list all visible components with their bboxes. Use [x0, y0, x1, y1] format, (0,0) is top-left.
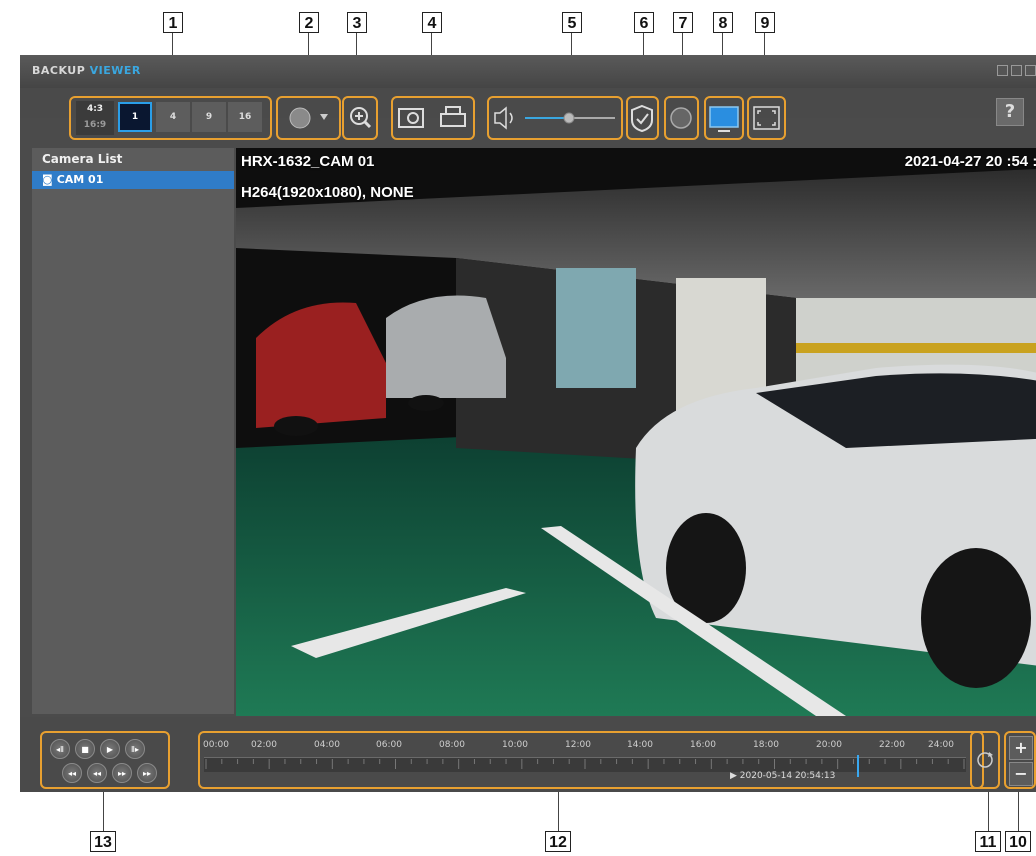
close-button[interactable] — [1025, 65, 1036, 76]
timeline-tick-label: 08:00 — [439, 740, 465, 750]
fast-forward-button[interactable]: ▸▸ — [112, 763, 132, 783]
camera-icon: ◙ — [42, 173, 53, 186]
record-group — [664, 96, 699, 140]
split-mode-group: 4:3 16:9 1 4 9 16 — [69, 96, 272, 140]
window-controls — [997, 65, 1036, 76]
title-bar: BACKUP VIEWER — [20, 55, 1036, 88]
backup-viewer-window: BACKUP VIEWER 4:3 16:9 1 4 9 16 ? Camera… — [20, 55, 1036, 792]
callout-7: 7 — [673, 12, 693, 33]
callout-6: 6 — [634, 12, 654, 33]
maximize-button[interactable] — [1011, 65, 1022, 76]
timeline-tick-label: 12:00 — [565, 740, 591, 750]
playback-panel: ◂Ⅱ ■ ▶ Ⅱ▸ ◂◂ ◂◂ ▸▸ ▸▸ 00:00 02:00 04:00 … — [20, 717, 1036, 792]
timeline-zoom-out-button[interactable]: − — [1009, 762, 1033, 786]
callout-12: 12 — [545, 831, 571, 852]
parking-garage-scene — [236, 148, 1036, 716]
callout-10: 10 — [1005, 831, 1031, 852]
split-16-button[interactable]: 16 — [228, 102, 262, 132]
print-button[interactable] — [437, 102, 469, 134]
leader-line — [988, 790, 989, 831]
timeline-tick-label: 06:00 — [376, 740, 402, 750]
camera-list-item[interactable]: ◙ CAM 01 — [32, 171, 234, 189]
current-time-label: ▶ 2020-05-14 20:54:13 — [730, 771, 836, 781]
codec-info-osd: H264(1920x1080), NONE — [241, 184, 414, 201]
go-to-end-button[interactable]: ▸▸ — [137, 763, 157, 783]
callout-11: 11 — [975, 831, 1001, 852]
timeline-tick-label: 02:00 — [251, 740, 277, 750]
step-forward-button[interactable]: Ⅱ▸ — [125, 739, 145, 759]
video-viewport[interactable]: HRX-1632_CAM 01 2021-04-27 20 :54 :13 H2… — [236, 148, 1036, 716]
timeline-ticks — [205, 759, 965, 769]
verify-group — [626, 96, 659, 140]
split-1-button[interactable]: 1 — [118, 102, 152, 132]
split-4-button[interactable]: 4 — [156, 102, 190, 132]
refresh-icon[interactable] — [972, 733, 998, 787]
mute-button[interactable] — [491, 104, 513, 132]
verify-icon[interactable] — [628, 98, 657, 138]
callout-8: 8 — [713, 12, 733, 33]
leader-line — [103, 790, 104, 831]
timeline-tick-label: 20:00 — [816, 740, 842, 750]
fullscreen-group — [747, 96, 786, 140]
timeline-track[interactable] — [204, 757, 966, 772]
timeline-zoom-group: + − — [1004, 731, 1036, 789]
effect-dropdown-icon[interactable] — [278, 98, 339, 138]
callout-9: 9 — [755, 12, 775, 33]
play-button[interactable]: ▶ — [100, 739, 120, 759]
split-9-button[interactable]: 9 — [192, 102, 226, 132]
callout-1: 1 — [163, 12, 183, 33]
app-title: BACKUP VIEWER — [32, 64, 141, 77]
rewind-button[interactable]: ◂◂ — [87, 763, 107, 783]
timeline-tick-label: 24:00 — [928, 740, 954, 750]
camera-name-osd: HRX-1632_CAM 01 — [241, 153, 375, 170]
step-back-button[interactable]: ◂Ⅱ — [50, 739, 70, 759]
osd-display-icon[interactable] — [706, 98, 742, 138]
camera-list-panel: Camera List ◙ CAM 01 — [32, 148, 234, 714]
timeline-tick-label: 16:00 — [690, 740, 716, 750]
effect-group — [276, 96, 341, 140]
leader-line — [558, 790, 559, 831]
callout-2: 2 — [299, 12, 319, 33]
timeline-tick-label: 10:00 — [502, 740, 528, 750]
timeline-tick-label: 04:00 — [314, 740, 340, 750]
zoom-in-icon[interactable] — [344, 98, 376, 138]
callout-4: 4 — [422, 12, 442, 33]
capture-print-group — [391, 96, 475, 140]
timeline-tick-label: 22:00 — [879, 740, 905, 750]
osd-group — [704, 96, 744, 140]
stop-button[interactable]: ■ — [75, 739, 95, 759]
aspect-ratio-toggle[interactable]: 4:3 16:9 — [76, 101, 114, 135]
camera-list-header: Camera List — [42, 152, 123, 166]
timeline-tick-label: 18:00 — [753, 740, 779, 750]
capture-button[interactable] — [397, 102, 429, 134]
fullscreen-icon[interactable] — [749, 98, 784, 138]
timeline-tick-label: 00:00 — [203, 740, 229, 750]
zoom-group — [342, 96, 378, 140]
go-to-now-group — [970, 731, 1000, 789]
callout-3: 3 — [347, 12, 367, 33]
datetime-osd: 2021-04-27 20 :54 :13 — [904, 153, 1036, 170]
volume-slider[interactable] — [563, 112, 575, 124]
mask-icon[interactable] — [666, 98, 697, 138]
timeline-group: 00:00 02:00 04:00 06:00 08:00 10:00 12:0… — [198, 731, 984, 789]
leader-line — [1018, 790, 1019, 831]
go-to-start-button[interactable]: ◂◂ — [62, 763, 82, 783]
timeline-tick-label: 14:00 — [627, 740, 653, 750]
timeline-cursor[interactable] — [857, 755, 859, 777]
help-button[interactable]: ? — [996, 98, 1024, 126]
audio-group — [487, 96, 623, 140]
timeline-zoom-in-button[interactable]: + — [1009, 736, 1033, 760]
callout-5: 5 — [562, 12, 582, 33]
minimize-button[interactable] — [997, 65, 1008, 76]
callout-13: 13 — [90, 831, 116, 852]
playback-controls-group: ◂Ⅱ ■ ▶ Ⅱ▸ ◂◂ ◂◂ ▸▸ ▸▸ — [40, 731, 170, 789]
